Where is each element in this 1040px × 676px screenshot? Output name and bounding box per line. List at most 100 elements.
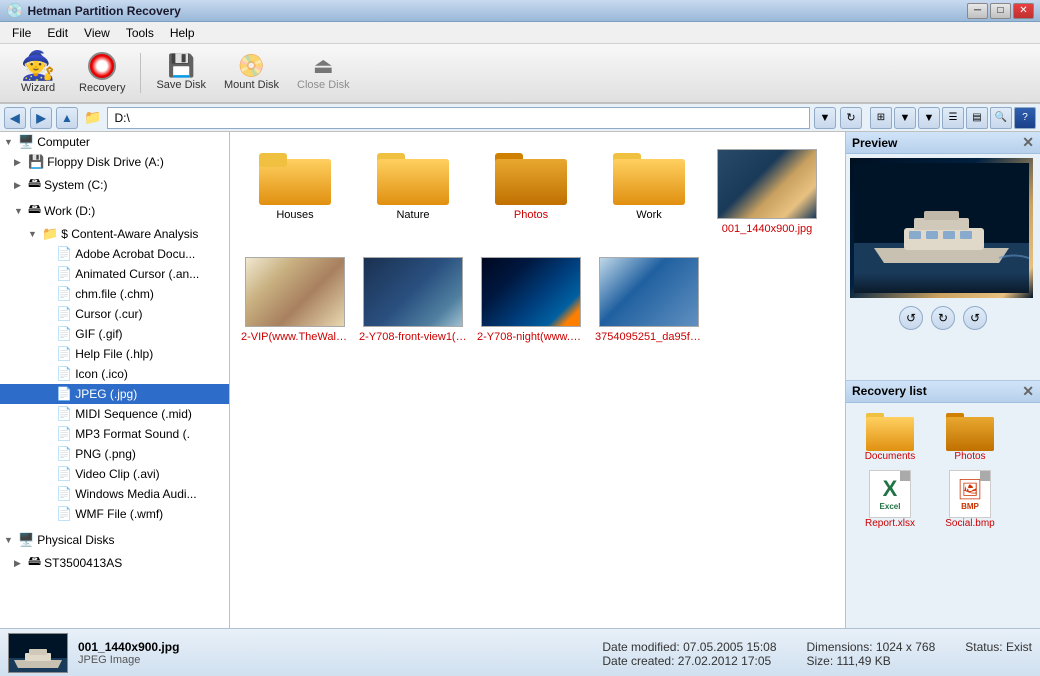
status-file-info: 001_1440x900.jpg JPEG Image	[78, 640, 592, 666]
recovery-item-label: Photos	[954, 451, 985, 462]
status-label: Status:	[965, 640, 1002, 654]
tree-item-work-d[interactable]: ▼ 🖴 Work (D:)	[0, 198, 229, 224]
status-exist: Status: Exist	[965, 640, 1032, 668]
list-item[interactable]: Work	[594, 142, 704, 242]
menu-help[interactable]: Help	[162, 24, 203, 42]
nav-up-button[interactable]: ▲	[56, 107, 78, 129]
menu-view[interactable]: View	[76, 24, 118, 42]
refresh-button[interactable]: ↻	[840, 107, 862, 129]
close-disk-button[interactable]: ⏏ Close Disk	[290, 47, 357, 99]
tree-item-content-aware[interactable]: ▼ 📁 $ Content-Aware Analysis	[0, 224, 229, 244]
recovery-items: Documents Photos X Excel	[846, 403, 1040, 537]
tree-item-video[interactable]: 📄 Video Clip (.avi)	[0, 464, 229, 484]
list-item[interactable]: Nature	[358, 142, 468, 242]
detail-view-button[interactable]: ▤	[966, 107, 988, 129]
file-name: 001_1440x900.jpg	[722, 223, 813, 235]
file-name: 2-VIP(www.TheWallpapers....	[241, 331, 349, 343]
tree-item-st3500[interactable]: ▶ 🖴 ST3500413AS	[0, 550, 229, 576]
list-item[interactable]: Houses	[240, 142, 350, 242]
recovery-button[interactable]: ⊕ Recovery	[72, 47, 132, 99]
recovery-item-report[interactable]: X Excel Report.xlsx	[854, 470, 926, 529]
address-dropdown[interactable]: ▼	[814, 107, 836, 129]
size-label: Size:	[807, 654, 834, 668]
help-button[interactable]: ?	[1014, 107, 1036, 129]
preview-title: Preview	[852, 136, 897, 150]
tree-item-wmf[interactable]: 📄 WMF File (.wmf)	[0, 504, 229, 524]
tree-item-gif[interactable]: 📄 GIF (.gif)	[0, 324, 229, 344]
modified-value: 07.05.2005 15:08	[683, 640, 776, 654]
preview-image-container	[846, 154, 1040, 302]
menu-tools[interactable]: Tools	[118, 24, 162, 42]
view-controls: ⊞ ▼ ▼ ☰ ▤ 🔍 ?	[870, 107, 1036, 129]
list-item[interactable]: 2-Y708-front-view1(www.Th...	[358, 250, 468, 350]
tree-item-png[interactable]: 📄 PNG (.png)	[0, 444, 229, 464]
file-name: Photos	[514, 209, 548, 221]
list-item[interactable]: 3754095251_da95fc1925_o.jpg	[594, 250, 704, 350]
minimize-button[interactable]: ─	[967, 3, 988, 19]
grid-view-button[interactable]: ⊞	[870, 107, 892, 129]
recovery-item-social[interactable]: 🖼 BMP Social.bmp	[934, 470, 1006, 529]
addressbar: ◀ ▶ ▲ 📁 ▼ ↻ ⊞ ▼ ▼ ☰ ▤ 🔍 ?	[0, 104, 1040, 132]
tree-item-midi[interactable]: 📄 MIDI Sequence (.mid)	[0, 404, 229, 424]
status-thumbnail	[8, 633, 68, 673]
dimensions-label: Dimensions:	[807, 640, 873, 654]
recovery-item-documents[interactable]: Documents	[854, 411, 926, 462]
tree-item-physical-disks[interactable]: ▼ 🖥️ Physical Disks	[0, 530, 229, 550]
recovery-item-label: Report.xlsx	[865, 518, 915, 529]
preview-header: Preview ✕	[846, 132, 1040, 154]
list-item[interactable]: Photos	[476, 142, 586, 242]
recovery-item-photos[interactable]: Photos	[934, 411, 1006, 462]
preview-panel: Preview ✕	[846, 132, 1040, 381]
list-item[interactable]: 2-VIP(www.TheWallpapers....	[240, 250, 350, 350]
tree-item-wma[interactable]: 📄 Windows Media Audi...	[0, 484, 229, 504]
address-input[interactable]	[107, 107, 810, 129]
menu-file[interactable]: File	[4, 24, 39, 42]
maximize-button[interactable]: □	[990, 3, 1011, 19]
list-item[interactable]: 001_1440x900.jpg	[712, 142, 822, 242]
tree-item-animated[interactable]: 📄 Animated Cursor (.an...	[0, 264, 229, 284]
tree-item-system-c[interactable]: ▶ 🖴 System (C:)	[0, 172, 229, 198]
filter-button[interactable]: ▼	[918, 107, 940, 129]
mount-disk-button[interactable]: 📀 Mount Disk	[217, 47, 286, 99]
tree-item-cursor[interactable]: 📄 Cursor (.cur)	[0, 304, 229, 324]
preview-prev-button[interactable]: ↺	[899, 306, 923, 330]
created-value: 27.02.2012 17:05	[678, 654, 771, 668]
tree-item-jpeg[interactable]: 📄 JPEG (.jpg)	[0, 384, 229, 404]
path-icon: 📁	[84, 109, 101, 126]
list-item[interactable]: 2-Y708-night(www.TheWallp...	[476, 250, 586, 350]
preview-image	[850, 158, 1033, 298]
list-view-button[interactable]: ☰	[942, 107, 964, 129]
search-button[interactable]: 🔍	[990, 107, 1012, 129]
tree-item-chm[interactable]: 📄 chm.file (.chm)	[0, 284, 229, 304]
tree-item-floppy[interactable]: ▶ 💾 Floppy Disk Drive (A:)	[0, 152, 229, 172]
app-icon: 💿	[6, 2, 23, 19]
tree-item-help[interactable]: 📄 Help File (.hlp)	[0, 344, 229, 364]
recovery-close-button[interactable]: ✕	[1022, 383, 1034, 400]
close-button[interactable]: ✕	[1013, 3, 1034, 19]
nav-back-button[interactable]: ◀	[4, 107, 26, 129]
tree-item-adobe[interactable]: 📄 Adobe Acrobat Docu...	[0, 244, 229, 264]
tree-item-icon[interactable]: 📄 Icon (.ico)	[0, 364, 229, 384]
nav-forward-button[interactable]: ▶	[30, 107, 52, 129]
preview-next-button[interactable]: ↺	[963, 306, 987, 330]
recovery-title: Recovery list	[852, 384, 927, 398]
recovery-header: Recovery list ✕	[846, 381, 1040, 403]
tree-item-computer[interactable]: ▼ 🖥️ Computer	[0, 132, 229, 152]
save-disk-button[interactable]: 💾 Save Disk	[149, 47, 213, 99]
wizard-button[interactable]: 🧙 Wizard	[8, 47, 68, 99]
tree-item-mp3[interactable]: 📄 MP3 Format Sound (.	[0, 424, 229, 444]
view-options-button[interactable]: ▼	[894, 107, 916, 129]
menu-edit[interactable]: Edit	[39, 24, 76, 42]
file-name: Houses	[276, 209, 313, 221]
status-modified: Date modified: 07.05.2005 15:08 Date cre…	[602, 640, 776, 668]
created-label: Date created:	[602, 654, 674, 668]
modified-label: Date modified:	[602, 640, 679, 654]
dimensions-value: 1024 x 768	[876, 640, 935, 654]
status-value: Exist	[1006, 640, 1032, 654]
preview-close-button[interactable]: ✕	[1022, 134, 1034, 151]
preview-navigation: ↺ ↻ ↺	[846, 302, 1040, 334]
file-name: 2-Y708-night(www.TheWallp...	[477, 331, 585, 343]
main-area: ▼ 🖥️ Computer ▶ 💾 Floppy Disk Drive (A:)…	[0, 132, 1040, 628]
preview-refresh-button[interactable]: ↻	[931, 306, 955, 330]
statusbar: 001_1440x900.jpg JPEG Image Date modifie…	[0, 628, 1040, 676]
